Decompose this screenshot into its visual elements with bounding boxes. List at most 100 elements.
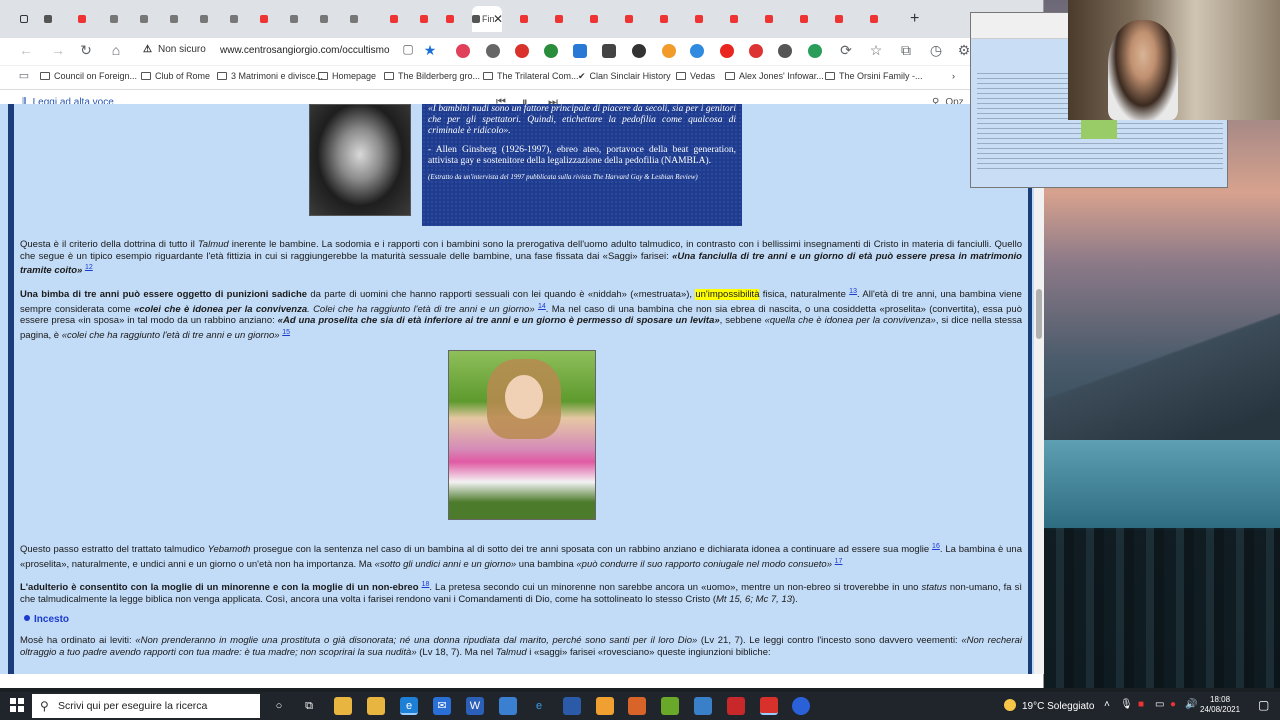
store-icon[interactable]	[367, 697, 385, 715]
home-icon[interactable]: ⌂	[106, 42, 126, 58]
volume-icon[interactable]: 🔊	[1185, 699, 1197, 710]
app-icon[interactable]	[792, 697, 810, 715]
edge-icon[interactable]: e	[400, 697, 418, 715]
extension-icon[interactable]	[573, 44, 587, 58]
tab[interactable]	[420, 8, 437, 30]
extension-icon[interactable]	[515, 44, 529, 58]
tab[interactable]	[170, 8, 187, 30]
tab[interactable]	[835, 8, 852, 30]
tab[interactable]	[290, 8, 307, 30]
bookmark-item[interactable]: Homepage	[318, 71, 376, 81]
footnote-link[interactable]: 15	[282, 329, 290, 336]
extension-icon[interactable]	[632, 44, 646, 58]
history-icon[interactable]: ◷	[926, 42, 946, 59]
tab[interactable]	[765, 8, 782, 30]
tab[interactable]	[590, 8, 607, 30]
bookmark-item[interactable]: The Orsini Family -...	[825, 71, 923, 81]
footnote-link[interactable]: 16	[932, 543, 940, 550]
page-scrollbar[interactable]	[1034, 104, 1044, 674]
extension-icon[interactable]	[544, 44, 558, 58]
extension-icon[interactable]	[749, 44, 763, 58]
tab[interactable]	[140, 8, 157, 30]
weather-widget[interactable]: 19°C Soleggiato	[1004, 699, 1094, 712]
extension-icon[interactable]	[690, 44, 704, 58]
tab[interactable]	[555, 8, 572, 30]
taskbar-search[interactable]: ⚲ Scrivi qui per eseguire la ricerca	[32, 694, 260, 718]
network-icon[interactable]: ▭	[1155, 699, 1164, 710]
tab[interactable]	[390, 8, 407, 30]
tab[interactable]	[446, 8, 463, 30]
extension-icon[interactable]	[602, 44, 616, 58]
close-tab-icon[interactable]: ✕	[493, 12, 503, 26]
tab[interactable]	[260, 8, 277, 30]
tab[interactable]	[800, 8, 817, 30]
ie-icon[interactable]: e	[530, 697, 548, 715]
file-explorer-icon[interactable]	[334, 697, 352, 715]
chevron-right-icon[interactable]: ›	[952, 71, 955, 81]
bookmark-item[interactable]: The Trilateral Com...	[483, 71, 579, 81]
firefox-icon[interactable]	[628, 697, 646, 715]
app-icon[interactable]	[596, 697, 614, 715]
extension-icon[interactable]	[662, 44, 676, 58]
tab[interactable]	[230, 8, 247, 30]
extension-icon[interactable]	[808, 44, 822, 58]
tab[interactable]	[520, 8, 537, 30]
back-icon[interactable]: ←	[16, 42, 36, 58]
word-icon[interactable]: W	[466, 697, 484, 715]
tab[interactable]	[78, 8, 95, 30]
app-icon[interactable]	[760, 697, 778, 715]
extension-icon[interactable]	[778, 44, 792, 58]
sync-icon[interactable]: ⟳	[836, 42, 856, 59]
cortana-icon[interactable]: ○	[270, 697, 288, 715]
tab[interactable]	[350, 8, 367, 30]
extension-icon[interactable]	[486, 44, 500, 58]
footnote-link[interactable]: 17	[835, 558, 843, 565]
tab[interactable]	[44, 8, 61, 30]
tab[interactable]	[870, 8, 887, 30]
app-icon[interactable]	[563, 697, 581, 715]
tray-app-icon[interactable]: ■	[1138, 699, 1144, 710]
tab[interactable]	[695, 8, 712, 30]
tab[interactable]	[200, 8, 217, 30]
bookmark-item[interactable]: Alex Jones' Infowar...	[725, 71, 824, 81]
tray-app-icon[interactable]: ●	[1170, 699, 1176, 710]
tab[interactable]	[625, 8, 642, 30]
favorite-star-icon[interactable]: ★	[420, 42, 440, 59]
security-indicator[interactable]: ⚠ Non sicuro	[143, 44, 206, 55]
reader-view-icon[interactable]: ▢	[398, 42, 418, 56]
clock[interactable]: 18:08 24/08/2021	[1200, 695, 1240, 715]
forward-icon[interactable]: →	[48, 42, 68, 58]
favorites-icon[interactable]: ☆	[866, 42, 886, 59]
footnote-link[interactable]: 14	[538, 303, 546, 310]
tab[interactable]	[320, 8, 337, 30]
address-bar[interactable]: www.centrosangiorgio.com/occultismo...	[220, 45, 390, 56]
extension-icon[interactable]	[720, 44, 734, 58]
app-icon[interactable]	[694, 697, 712, 715]
bookmark-item[interactable]: The Bilderberg gro...	[384, 71, 480, 81]
task-view-icon[interactable]: ⧉	[300, 697, 318, 715]
tray-chevron-icon[interactable]: ˄	[1104, 699, 1110, 710]
bookmark-apps-icon[interactable]: ▭	[14, 69, 34, 82]
footnote-link[interactable]: 12	[85, 264, 93, 271]
tab-icon-grid[interactable]	[20, 8, 37, 30]
extension-icon[interactable]	[456, 44, 470, 58]
bookmark-item[interactable]: 3 Matrimoni e divisce...	[217, 71, 323, 81]
refresh-icon[interactable]: ↻	[76, 42, 96, 59]
footnote-link[interactable]: 13	[849, 288, 857, 295]
notifications-icon[interactable]: ▢	[1258, 698, 1269, 712]
app-icon[interactable]	[661, 697, 679, 715]
tab[interactable]	[110, 8, 127, 30]
scrollbar-thumb[interactable]	[1036, 289, 1042, 339]
microphone-icon[interactable]: 🎙	[1120, 699, 1133, 710]
bookmark-item[interactable]: Council on Foreign...	[40, 71, 137, 81]
mail-icon[interactable]: ✉	[433, 697, 451, 715]
tab[interactable]	[730, 8, 747, 30]
app-icon[interactable]	[499, 697, 517, 715]
app-icon[interactable]	[727, 697, 745, 715]
windows-start-icon[interactable]	[10, 698, 24, 712]
bookmark-item[interactable]: ✔ Clan Sinclair History	[578, 71, 671, 82]
collections-icon[interactable]: ⧉	[896, 42, 916, 59]
bookmark-item[interactable]: Vedas	[676, 71, 715, 81]
bookmark-item[interactable]: Club of Rome	[141, 71, 210, 81]
tab[interactable]	[660, 8, 677, 30]
